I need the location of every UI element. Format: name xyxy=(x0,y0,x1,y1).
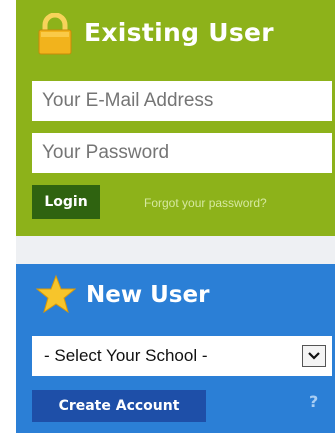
forgot-password-link[interactable]: Forgot your password? xyxy=(144,196,267,210)
lock-icon xyxy=(36,12,74,59)
new-user-header: New User xyxy=(16,264,335,324)
chevron-down-icon[interactable] xyxy=(302,345,326,367)
login-button[interactable]: Login xyxy=(32,185,100,219)
new-user-panel: New User - Select Your School - Create A… xyxy=(16,264,335,433)
email-field[interactable] xyxy=(32,81,332,121)
school-select-value: - Select Your School - xyxy=(44,346,208,365)
create-account-button[interactable]: Create Account xyxy=(32,390,206,422)
existing-user-title: Existing User xyxy=(84,18,274,47)
help-icon[interactable]: ? xyxy=(309,392,318,411)
star-icon xyxy=(35,274,77,318)
existing-user-header: Existing User xyxy=(16,0,335,68)
existing-user-panel: Existing User Login Forgot your password… xyxy=(16,0,335,236)
panel-divider xyxy=(16,236,335,264)
school-select[interactable]: - Select Your School - xyxy=(32,336,332,376)
new-user-title: New User xyxy=(86,282,210,308)
password-field[interactable] xyxy=(32,133,332,173)
